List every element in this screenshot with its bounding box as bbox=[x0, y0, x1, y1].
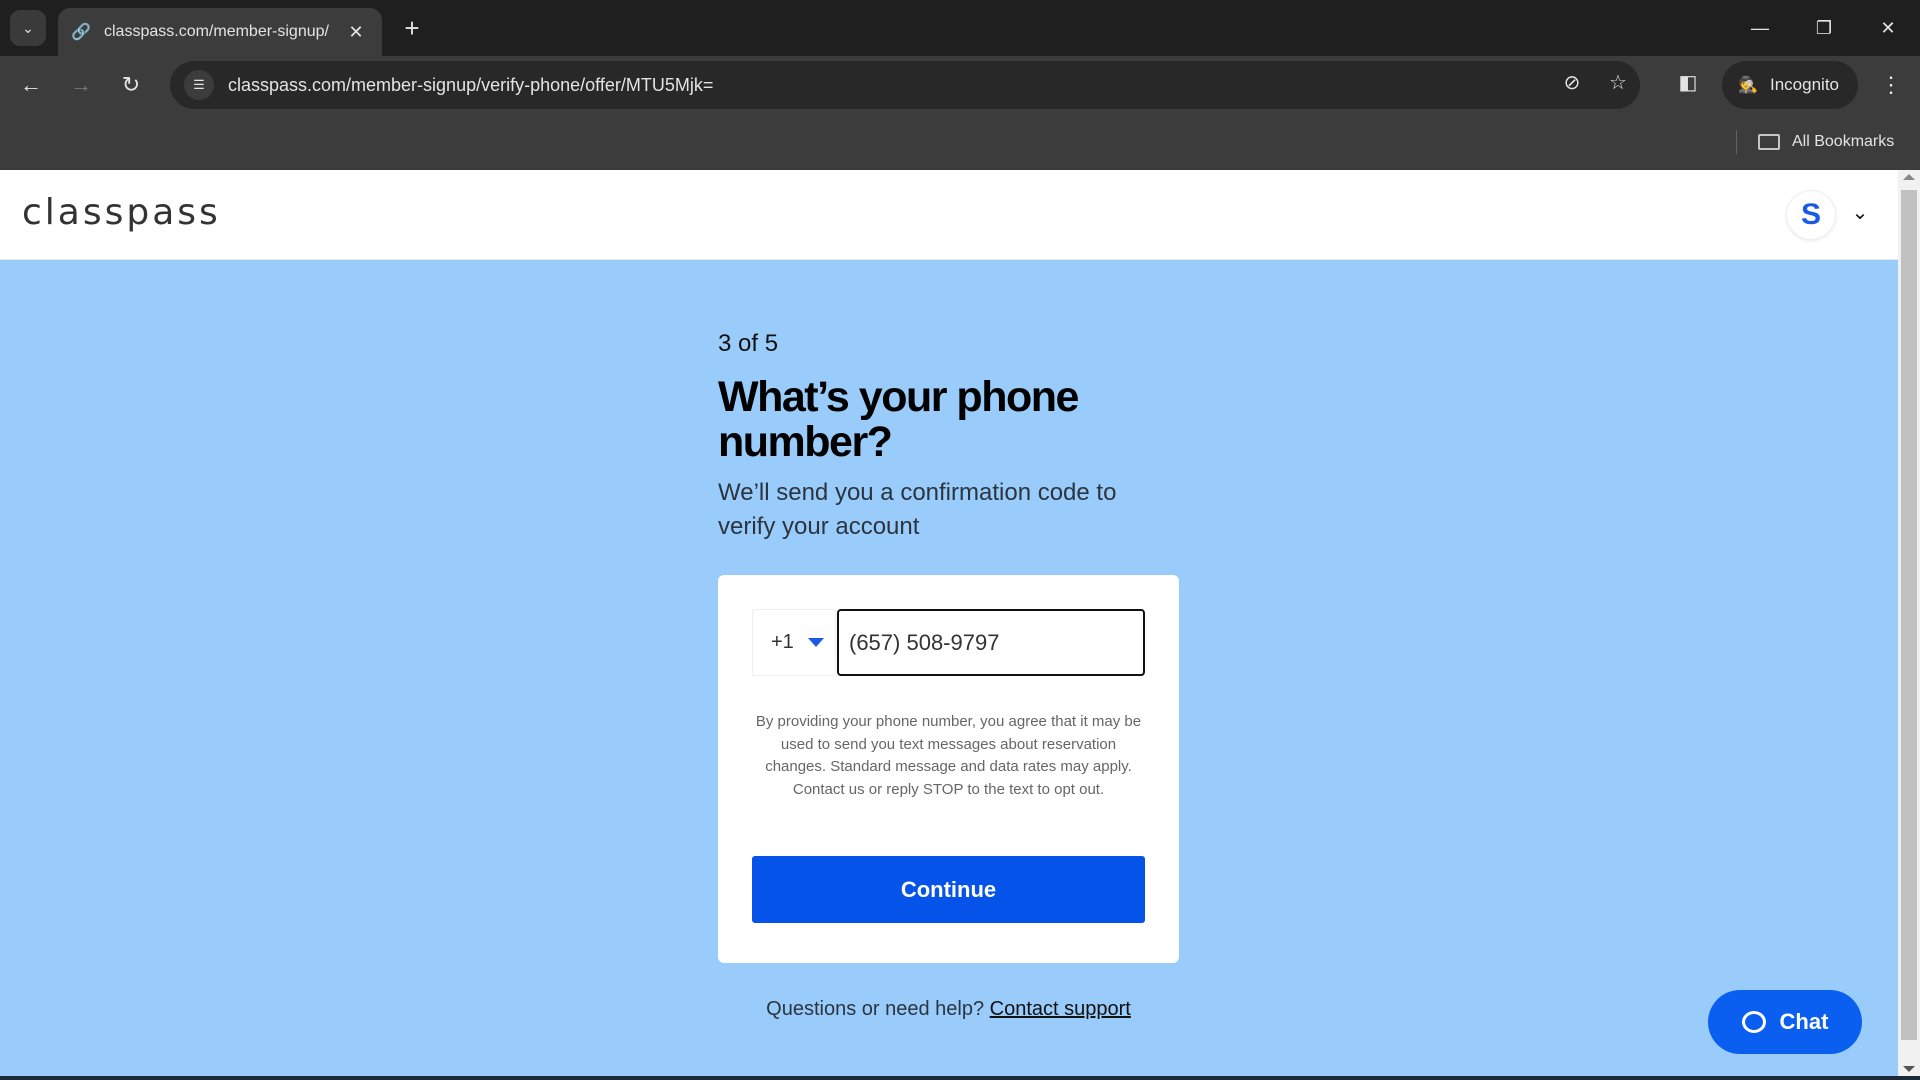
site-header: classpass S ⌄ bbox=[0, 170, 1898, 260]
site-info-icon[interactable]: ☰ bbox=[184, 70, 214, 100]
country-code-select[interactable]: +1 bbox=[752, 609, 836, 676]
side-panel-icon[interactable]: ◧ bbox=[1674, 68, 1702, 96]
chat-label: Chat bbox=[1779, 1009, 1829, 1034]
contact-support-link[interactable]: Contact support bbox=[990, 998, 1131, 1020]
caret-down-icon bbox=[807, 638, 824, 647]
address-bar[interactable]: ☰ classpass.com/member-signup/verify-pho… bbox=[170, 61, 1640, 109]
incognito-badge[interactable]: 🕵 Incognito bbox=[1722, 61, 1858, 109]
browser-toolbar: ← → ↻ ☰ classpass.com/member-signup/veri… bbox=[0, 56, 1920, 114]
step-indicator: 3 of 5 bbox=[718, 330, 779, 357]
incognito-icon: 🕵 bbox=[1738, 77, 1758, 94]
tab-title: classpass.com/member-signup/ bbox=[104, 23, 329, 40]
all-bookmarks-label: All Bookmarks bbox=[1792, 133, 1895, 150]
link-icon: 🔗 bbox=[71, 24, 91, 41]
page-scrollbar[interactable] bbox=[1898, 170, 1920, 1080]
close-window-button[interactable]: ✕ bbox=[1868, 10, 1908, 46]
tab-search-button[interactable]: ⌄ bbox=[10, 10, 46, 46]
browser-menu-icon[interactable]: ⋮ bbox=[1876, 68, 1906, 102]
back-button[interactable]: ← bbox=[14, 68, 48, 102]
incognito-label: Incognito bbox=[1770, 75, 1839, 94]
scroll-down-arrow-icon[interactable] bbox=[1903, 1066, 1915, 1072]
help-question: Questions or need help? bbox=[766, 998, 985, 1020]
bookmarks-bar: All Bookmarks bbox=[0, 114, 1920, 170]
bookmarks-divider bbox=[1736, 130, 1737, 154]
chevron-down-icon: ⌄ bbox=[22, 19, 34, 36]
chevron-down-icon[interactable]: ⌄ bbox=[1848, 200, 1872, 224]
restore-button[interactable]: ❐ bbox=[1804, 10, 1844, 46]
browser-tab-bar: ⌄ 🔗 classpass.com/member-signup/ ✕ + — ❐… bbox=[0, 0, 1920, 56]
chat-button[interactable]: Chat bbox=[1708, 990, 1862, 1054]
chat-bubble-icon bbox=[1741, 1011, 1766, 1033]
url-text[interactable]: classpass.com/member-signup/verify-phone… bbox=[228, 75, 1640, 96]
continue-button[interactable]: Continue bbox=[752, 856, 1145, 923]
reload-button[interactable]: ↻ bbox=[114, 68, 148, 102]
new-tab-button[interactable]: + bbox=[396, 12, 428, 44]
folder-icon bbox=[1758, 134, 1780, 150]
phone-form-card: +1 By providing your phone number, you a… bbox=[718, 575, 1179, 963]
classpass-logo[interactable]: classpass bbox=[22, 192, 221, 233]
help-text: Questions or need help? Contact support bbox=[718, 998, 1179, 1021]
user-avatar[interactable]: S bbox=[1786, 190, 1836, 240]
page-subtitle: We’ll send you a confirmation code to ve… bbox=[718, 479, 1117, 540]
phone-number-input[interactable] bbox=[837, 609, 1145, 676]
star-icon[interactable]: ☆ bbox=[1604, 68, 1632, 96]
country-code-value: +1 bbox=[771, 631, 794, 653]
eye-off-icon[interactable]: ⊘ bbox=[1558, 68, 1586, 96]
close-tab-icon[interactable]: ✕ bbox=[344, 20, 368, 44]
taskbar-edge bbox=[0, 1076, 1920, 1080]
minimize-button[interactable]: — bbox=[1740, 10, 1780, 46]
browser-tab[interactable]: 🔗 classpass.com/member-signup/ ✕ bbox=[58, 8, 382, 56]
scroll-up-arrow-icon[interactable] bbox=[1903, 174, 1915, 180]
scroll-thumb[interactable] bbox=[1901, 190, 1917, 1040]
forward-button[interactable]: → bbox=[64, 68, 98, 102]
page-content: classpass S ⌄ 3 of 5 What’s your phone n… bbox=[0, 170, 1898, 1080]
sms-disclaimer: By providing your phone number, you agre… bbox=[755, 713, 1142, 798]
all-bookmarks-button[interactable]: All Bookmarks bbox=[1758, 128, 1894, 156]
page-title: What’s your phone number? bbox=[718, 373, 1079, 466]
